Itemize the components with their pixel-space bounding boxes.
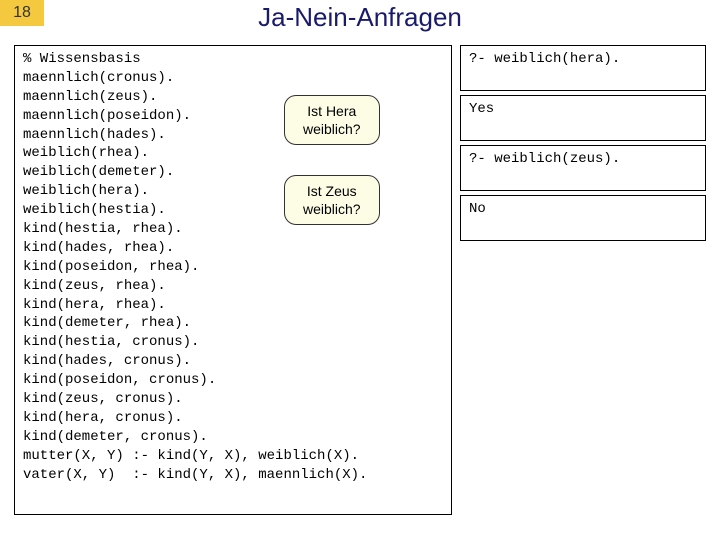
callout-zeus: Ist Zeus weiblich? bbox=[284, 175, 380, 225]
callout-hera: Ist Hera weiblich? bbox=[284, 95, 380, 145]
slide-content: % Wissensbasis maennlich(cronus). maennl… bbox=[14, 45, 706, 526]
callout-text: weiblich? bbox=[303, 121, 361, 137]
query-1: ?- weiblich(hera). bbox=[460, 45, 706, 91]
slide-header: 18 Ja-Nein-Anfragen bbox=[0, 0, 720, 40]
result-1: Yes bbox=[460, 95, 706, 141]
result-2: No bbox=[460, 195, 706, 241]
query-2: ?- weiblich(zeus). bbox=[460, 145, 706, 191]
callout-text: Ist Zeus bbox=[307, 183, 357, 199]
callout-text: weiblich? bbox=[303, 201, 361, 217]
knowledge-base-code: % Wissensbasis maennlich(cronus). maennl… bbox=[14, 45, 452, 515]
slide-title: Ja-Nein-Anfragen bbox=[0, 2, 720, 33]
callout-text: Ist Hera bbox=[307, 103, 356, 119]
